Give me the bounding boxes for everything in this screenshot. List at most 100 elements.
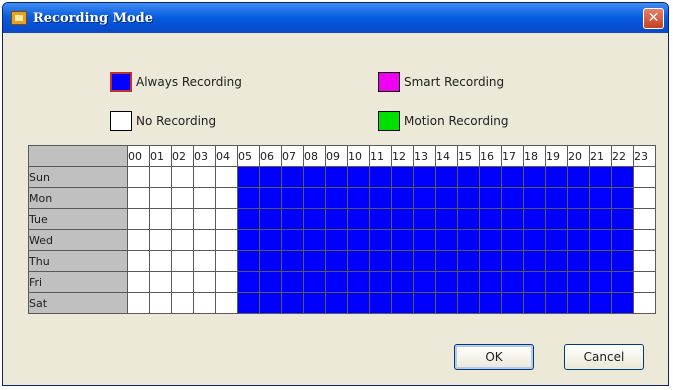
schedule-cell[interactable]: [127, 187, 150, 209]
schedule-cell[interactable]: [391, 229, 414, 251]
schedule-cell[interactable]: [149, 292, 172, 314]
schedule-cell[interactable]: [633, 208, 656, 230]
ok-button[interactable]: OK: [454, 344, 534, 370]
schedule-cell[interactable]: [633, 250, 656, 272]
schedule-cell[interactable]: [523, 292, 546, 314]
schedule-cell[interactable]: [215, 208, 238, 230]
schedule-cell[interactable]: [589, 271, 612, 293]
schedule-cell[interactable]: [149, 271, 172, 293]
hour-header[interactable]: 21: [589, 145, 612, 167]
schedule-cell[interactable]: [391, 271, 414, 293]
schedule-cell[interactable]: [127, 229, 150, 251]
schedule-cell[interactable]: [435, 166, 458, 188]
schedule-cell[interactable]: [633, 271, 656, 293]
schedule-cell[interactable]: [171, 271, 194, 293]
day-label[interactable]: Sat: [28, 292, 128, 314]
schedule-cell[interactable]: [237, 250, 260, 272]
hour-header[interactable]: 01: [149, 145, 172, 167]
schedule-cell[interactable]: [501, 271, 524, 293]
schedule-cell[interactable]: [589, 187, 612, 209]
schedule-cell[interactable]: [193, 229, 216, 251]
schedule-cell[interactable]: [259, 250, 282, 272]
schedule-cell[interactable]: [457, 250, 480, 272]
hour-header[interactable]: 03: [193, 145, 216, 167]
schedule-cell[interactable]: [567, 187, 590, 209]
schedule-cell[interactable]: [149, 187, 172, 209]
schedule-cell[interactable]: [567, 250, 590, 272]
schedule-cell[interactable]: [215, 271, 238, 293]
schedule-cell[interactable]: [127, 208, 150, 230]
schedule-cell[interactable]: [457, 208, 480, 230]
schedule-cell[interactable]: [479, 166, 502, 188]
schedule-cell[interactable]: [545, 292, 568, 314]
schedule-cell[interactable]: [325, 292, 348, 314]
schedule-cell[interactable]: [193, 250, 216, 272]
schedule-cell[interactable]: [237, 187, 260, 209]
schedule-cell[interactable]: [391, 208, 414, 230]
schedule-cell[interactable]: [501, 166, 524, 188]
schedule-cell[interactable]: [457, 292, 480, 314]
hour-header[interactable]: 22: [611, 145, 634, 167]
schedule-cell[interactable]: [611, 250, 634, 272]
schedule-cell[interactable]: [567, 166, 590, 188]
hour-header[interactable]: 09: [325, 145, 348, 167]
schedule-cell[interactable]: [545, 250, 568, 272]
schedule-cell[interactable]: [237, 208, 260, 230]
schedule-cell[interactable]: [457, 271, 480, 293]
hour-header[interactable]: 06: [259, 145, 282, 167]
schedule-cell[interactable]: [391, 250, 414, 272]
schedule-cell[interactable]: [325, 208, 348, 230]
hour-header[interactable]: 15: [457, 145, 480, 167]
schedule-cell[interactable]: [303, 208, 326, 230]
schedule-cell[interactable]: [457, 187, 480, 209]
schedule-cell[interactable]: [347, 208, 370, 230]
schedule-cell[interactable]: [149, 229, 172, 251]
schedule-cell[interactable]: [237, 229, 260, 251]
motion-recording-swatch[interactable]: [378, 111, 400, 131]
schedule-cell[interactable]: [303, 292, 326, 314]
schedule-cell[interactable]: [413, 166, 436, 188]
schedule-cell[interactable]: [193, 292, 216, 314]
schedule-cell[interactable]: [391, 292, 414, 314]
schedule-cell[interactable]: [523, 208, 546, 230]
schedule-cell[interactable]: [259, 187, 282, 209]
schedule-cell[interactable]: [347, 229, 370, 251]
schedule-cell[interactable]: [325, 229, 348, 251]
schedule-cell[interactable]: [303, 250, 326, 272]
schedule-cell[interactable]: [347, 292, 370, 314]
schedule-cell[interactable]: [237, 271, 260, 293]
schedule-cell[interactable]: [281, 292, 304, 314]
schedule-cell[interactable]: [325, 187, 348, 209]
schedule-cell[interactable]: [611, 292, 634, 314]
schedule-cell[interactable]: [171, 250, 194, 272]
schedule-cell[interactable]: [413, 229, 436, 251]
schedule-cell[interactable]: [281, 187, 304, 209]
schedule-cell[interactable]: [303, 229, 326, 251]
schedule-cell[interactable]: [369, 187, 392, 209]
schedule-cell[interactable]: [391, 187, 414, 209]
schedule-cell[interactable]: [501, 208, 524, 230]
schedule-cell[interactable]: [479, 208, 502, 230]
schedule-cell[interactable]: [545, 166, 568, 188]
schedule-cell[interactable]: [171, 208, 194, 230]
day-label[interactable]: Wed: [28, 229, 128, 251]
schedule-cell[interactable]: [611, 229, 634, 251]
schedule-cell[interactable]: [457, 166, 480, 188]
schedule-cell[interactable]: [215, 229, 238, 251]
schedule-cell[interactable]: [215, 250, 238, 272]
always-recording-swatch[interactable]: [110, 72, 132, 92]
hour-header[interactable]: 23: [633, 145, 656, 167]
schedule-cell[interactable]: [479, 229, 502, 251]
schedule-cell[interactable]: [369, 292, 392, 314]
schedule-cell[interactable]: [171, 229, 194, 251]
hour-header[interactable]: 18: [523, 145, 546, 167]
hour-header[interactable]: 14: [435, 145, 458, 167]
schedule-cell[interactable]: [611, 166, 634, 188]
schedule-cell[interactable]: [567, 229, 590, 251]
hour-header[interactable]: 19: [545, 145, 568, 167]
schedule-cell[interactable]: [347, 250, 370, 272]
schedule-cell[interactable]: [633, 166, 656, 188]
schedule-cell[interactable]: [347, 187, 370, 209]
title-bar[interactable]: Recording Mode ✕: [3, 3, 668, 33]
schedule-cell[interactable]: [435, 250, 458, 272]
